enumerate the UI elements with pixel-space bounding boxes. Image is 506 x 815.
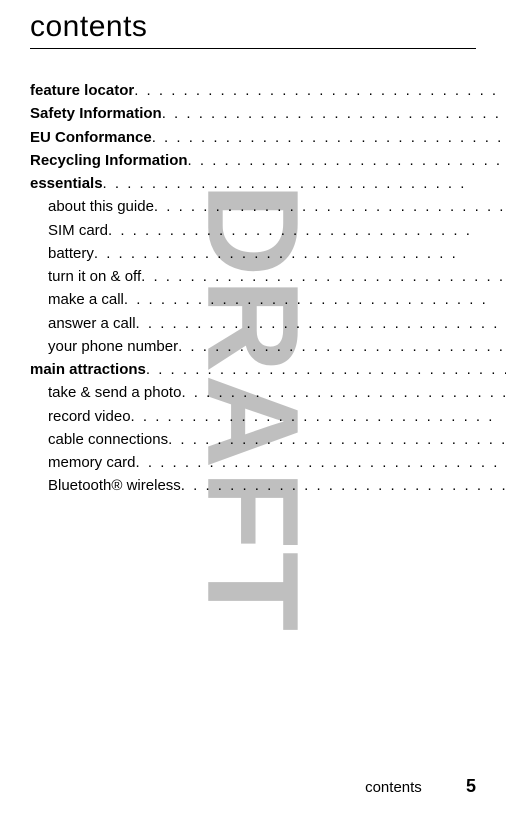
toc-leader-dots <box>168 428 506 451</box>
toc-entry: memory card25 <box>30 451 506 474</box>
page-body: contents feature locator3Safety Informat… <box>0 0 506 815</box>
toc-entry: feature locator3 <box>30 79 506 102</box>
toc-entry: turn it on & off19 <box>30 265 506 288</box>
toc-label: make a call <box>48 288 124 311</box>
toc-entry: main attractions21 <box>30 358 506 381</box>
toc-entry: Safety Information7 <box>30 102 506 125</box>
toc-label: main attractions <box>30 358 146 381</box>
toc-leader-dots <box>152 126 506 149</box>
toc-entry: answer a call20 <box>30 312 506 335</box>
toc-entry: Bluetooth® wireless27 <box>30 474 506 497</box>
toc-entry: record video23 <box>30 405 506 428</box>
toc-label: EU Conformance <box>30 126 152 149</box>
toc-leader-dots <box>131 405 506 428</box>
title-rule <box>30 48 476 49</box>
toc-label: essentials <box>30 172 103 195</box>
toc-entry: battery17 <box>30 242 506 265</box>
toc-leader-dots <box>181 474 506 497</box>
toc-label: cable connections <box>48 428 168 451</box>
toc-entry: make a call20 <box>30 288 506 311</box>
toc-leader-dots <box>162 102 506 125</box>
toc-label: feature locator <box>30 79 134 102</box>
footer-page-number: 5 <box>466 776 476 796</box>
toc-label: Safety Information <box>30 102 162 125</box>
page-title: contents <box>30 10 476 44</box>
toc-entry: EU Conformance14 <box>30 126 506 149</box>
toc-leader-dots <box>136 451 506 474</box>
toc-label: battery <box>48 242 94 265</box>
toc-label: Bluetooth® wireless <box>48 474 181 497</box>
toc-leader-dots <box>178 335 506 358</box>
toc-label: memory card <box>48 451 136 474</box>
toc-columns: feature locator3Safety Information7EU Co… <box>30 79 476 498</box>
toc-label: turn it on & off <box>48 265 141 288</box>
toc-leader-dots <box>103 172 506 195</box>
toc-leader-dots <box>108 219 506 242</box>
toc-label: record video <box>48 405 131 428</box>
toc-entry: Recycling Information15 <box>30 149 506 172</box>
toc-label: your phone number <box>48 335 178 358</box>
footer-label: contents <box>365 779 422 796</box>
toc-entry: about this guide16 <box>30 195 506 218</box>
toc-leader-dots <box>141 265 506 288</box>
toc-leader-dots <box>181 381 506 404</box>
toc-leader-dots <box>94 242 506 265</box>
toc-label: Recycling Information <box>30 149 188 172</box>
toc-entry: your phone number20 <box>30 335 506 358</box>
toc-label: take & send a photo <box>48 381 181 404</box>
toc-leader-dots <box>124 288 506 311</box>
toc-column-left: feature locator3Safety Information7EU Co… <box>30 79 506 498</box>
toc-leader-dots <box>146 358 506 381</box>
toc-leader-dots <box>188 149 506 172</box>
toc-leader-dots <box>136 312 506 335</box>
toc-label: answer a call <box>48 312 136 335</box>
toc-label: SIM card <box>48 219 108 242</box>
toc-entry: cable connections24 <box>30 428 506 451</box>
page-footer: contents 5 <box>365 776 476 797</box>
toc-leader-dots <box>154 195 506 218</box>
toc-leader-dots <box>134 79 506 102</box>
toc-entry: take & send a photo21 <box>30 381 506 404</box>
toc-entry: essentials16 <box>30 172 506 195</box>
toc-entry: SIM card16 <box>30 219 506 242</box>
toc-label: about this guide <box>48 195 154 218</box>
